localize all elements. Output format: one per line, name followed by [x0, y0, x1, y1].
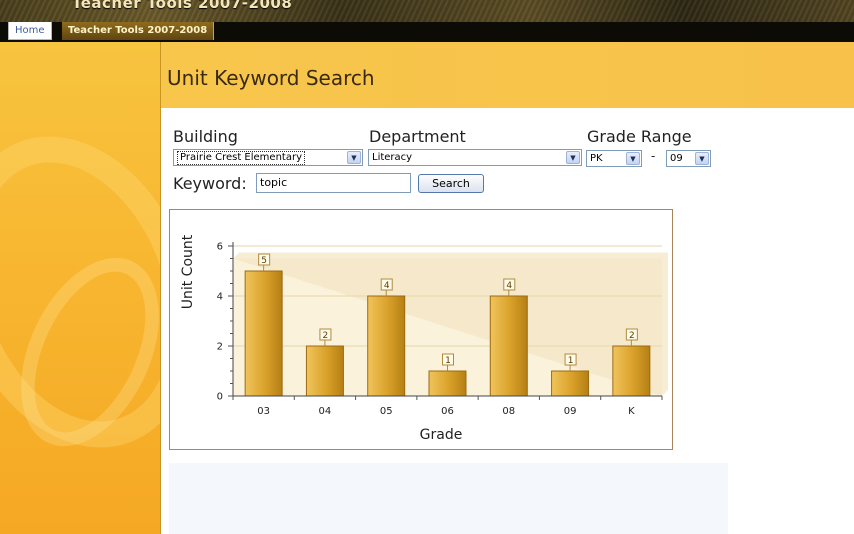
chevron-down-icon[interactable]: ▼	[695, 152, 709, 165]
left-sidebar	[0, 42, 160, 534]
x-axis-title: Grade	[420, 427, 463, 443]
building-label: Building	[173, 127, 238, 146]
bar	[489, 295, 528, 397]
grade-from-value: PK	[590, 153, 603, 164]
bar	[612, 345, 651, 397]
keyword-input[interactable]: topic	[256, 173, 411, 193]
y-tick-label: 4	[217, 292, 223, 303]
data-label: 4	[384, 281, 390, 291]
data-label: 2	[629, 331, 635, 341]
page-title: Unit Keyword Search	[167, 66, 375, 90]
search-button[interactable]: Search	[418, 174, 484, 193]
grade-to-value: 09	[670, 153, 683, 164]
y-tick-label: 2	[217, 342, 223, 353]
bar	[551, 370, 590, 397]
tab-bar: Home Teacher Tools 2007-2008	[0, 22, 854, 42]
x-tick-label: 05	[380, 406, 393, 417]
building-select-value: Prairie Crest Elementary	[177, 151, 305, 165]
header-banner: Teacher Tools 2007-2008	[0, 0, 854, 22]
x-tick-label: 09	[564, 406, 577, 417]
y-axis-title: Unit Count	[180, 234, 196, 309]
tab-teacher-tools[interactable]: Teacher Tools 2007-2008	[62, 22, 215, 40]
x-tick-label: K	[628, 406, 635, 417]
x-tick-label: 08	[502, 406, 515, 417]
department-select-value: Literacy	[372, 152, 413, 163]
data-label: 1	[568, 356, 574, 366]
bar	[244, 270, 283, 397]
keyword-label: Keyword:	[173, 174, 247, 193]
x-tick-label: 06	[441, 406, 454, 417]
chevron-down-icon[interactable]: ▼	[347, 151, 361, 164]
data-label: 2	[323, 331, 329, 341]
unit-count-chart: 5 03 2 04 4 05 1 06 4 08 1 09 2 K 0 2 4 6 Unit Count Gra…	[180, 234, 668, 443]
sidebar-divider	[160, 42, 161, 534]
grade-range-dash: -	[651, 149, 656, 163]
data-label: 4	[506, 281, 512, 291]
site-title: Teacher Tools 2007-2008	[72, 0, 293, 12]
bar	[428, 370, 467, 397]
department-select[interactable]: Literacy ▼	[368, 149, 582, 166]
tab-home[interactable]: Home	[8, 22, 52, 40]
chevron-down-icon[interactable]: ▼	[626, 152, 640, 165]
grade-from-select[interactable]: PK ▼	[586, 150, 642, 167]
bar	[305, 345, 344, 397]
y-tick-label: 0	[217, 392, 223, 403]
page: Teacher Tools 2007-2008 Home Teacher Too…	[0, 0, 854, 534]
bar	[367, 295, 406, 397]
department-label: Department	[369, 127, 466, 146]
grade-range-label: Grade Range	[587, 127, 692, 146]
y-tick-label: 6	[217, 242, 223, 253]
data-label: 5	[261, 256, 267, 266]
chart-panel: 5 03 2 04 4 05 1 06 4 08 1 09 2 K 0 2 4 6 Unit Count Gra…	[169, 209, 673, 450]
x-tick-label: 03	[257, 406, 270, 417]
chevron-down-icon[interactable]: ▼	[566, 151, 580, 164]
grade-to-select[interactable]: 09 ▼	[666, 150, 711, 167]
building-select[interactable]: Prairie Crest Elementary ▼	[173, 149, 363, 166]
results-panel	[169, 463, 728, 534]
data-label: 1	[445, 356, 451, 366]
x-tick-label: 04	[319, 406, 332, 417]
